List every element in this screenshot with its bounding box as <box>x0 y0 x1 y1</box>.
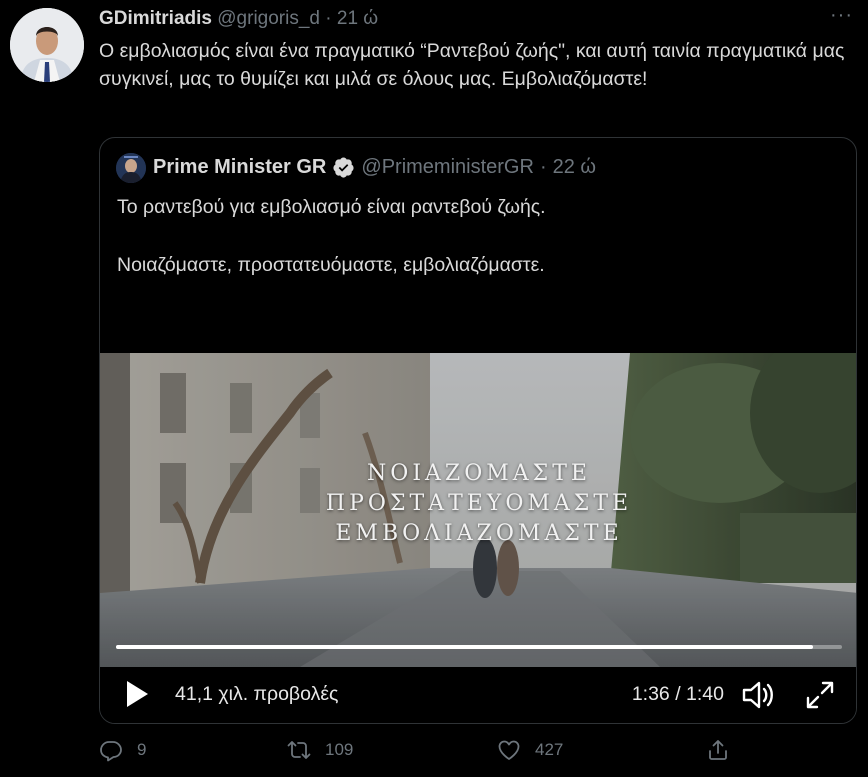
quoted-time[interactable]: 22 ώ <box>553 156 596 179</box>
quoted-text-line-1: Το ραντεβού για εμβολιασμό είναι ραντεβο… <box>117 196 546 218</box>
tweet-header: GDimitriadis @grigoris_d · 21 ώ <box>99 8 378 30</box>
view-count: 41,1 χιλ. προβολές <box>175 683 339 705</box>
video-player[interactable]: ΝΟΙΑΖΟΜΑΣΤΕ ΠΡΟΣΤΑΤΕΥΟΜΑΣΤΕ ΕΜΒΟΛΙΑΖΟΜΑΣ… <box>100 353 856 667</box>
avatar[interactable] <box>10 8 84 82</box>
overlay-line-2: ΠΡΟΣΤΑΤΕΥΟΜΑΣΤΕ <box>325 491 633 516</box>
video-controls: 41,1 χιλ. προβολές 1:36 / 1:40 <box>100 667 856 723</box>
like-icon <box>498 740 520 760</box>
tweet-text: Ο εμβολιασμός είναι ένα πραγματικό “Ραντ… <box>99 40 845 90</box>
share-icon <box>709 740 727 760</box>
meta-separator: · <box>325 8 332 29</box>
overlay-line-3: ΕΜΒΟΛΙΑΖΟΜΑΣΤΕ <box>335 521 623 546</box>
share-button[interactable] <box>706 738 744 762</box>
quoted-author-handle[interactable]: @PrimeministerGR <box>361 156 534 179</box>
quoted-author-name[interactable]: Prime Minister GR <box>153 156 326 179</box>
tweet-time[interactable]: 21 ώ <box>337 8 378 29</box>
video-progress-fill <box>116 645 813 649</box>
retweet-count: 109 <box>325 740 354 759</box>
quoted-header: Prime Minister GR @PrimeministerGR · 22 … <box>153 156 596 179</box>
video-time: 1:36 / 1:40 <box>631 683 724 705</box>
verified-icon <box>332 156 355 179</box>
like-count: 427 <box>535 740 564 759</box>
reply-icon <box>100 741 122 762</box>
quoted-tweet[interactable]: Prime Minister GR @PrimeministerGR · 22 … <box>99 137 857 724</box>
video-overlay-text: ΝΟΙΑΖΟΜΑΣΤΕ ΠΡΟΣΤΑΤΕΥΟΜΑΣΤΕ ΕΜΒΟΛΙΑΖΟΜΑΣ… <box>100 459 856 549</box>
reply-count: 9 <box>137 740 147 759</box>
volume-icon[interactable] <box>741 679 777 711</box>
overlay-line-1: ΝΟΙΑΖΟΜΑΣΤΕ <box>367 461 591 486</box>
like-button[interactable]: 427 <box>497 738 563 762</box>
video-progress-bar[interactable] <box>116 645 842 649</box>
reply-button[interactable]: 9 <box>99 738 146 762</box>
more-icon[interactable]: ··· <box>830 4 853 27</box>
author-name[interactable]: GDimitriadis <box>99 8 212 29</box>
quoted-text-line-2: Νοιαζόμαστε, προστατευόμαστε, εμβολιαζόμ… <box>117 254 545 276</box>
tweet-actions: 9 109 427 <box>99 738 819 768</box>
play-icon[interactable] <box>124 679 150 709</box>
author-handle[interactable]: @grigoris_d <box>217 8 320 29</box>
fullscreen-icon[interactable] <box>804 679 836 711</box>
retweet-icon <box>287 741 311 759</box>
retweet-button[interactable]: 109 <box>287 738 353 762</box>
quoted-avatar[interactable] <box>116 153 146 183</box>
quoted-meta-separator: · <box>539 156 547 178</box>
